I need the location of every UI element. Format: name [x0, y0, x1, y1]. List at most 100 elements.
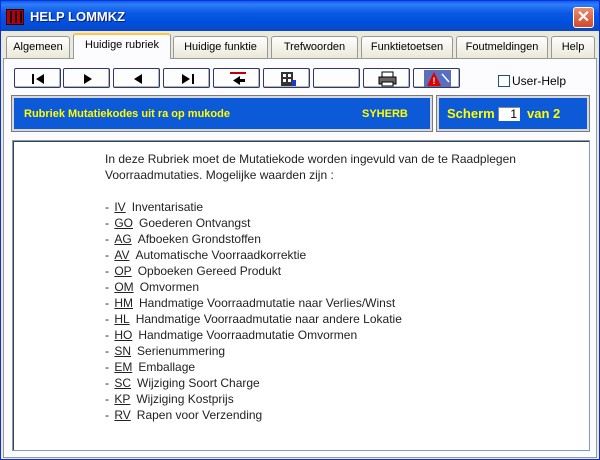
window-title: HELP LOMMKZ	[30, 9, 126, 24]
list-item: - SN Serienummering	[105, 343, 402, 359]
list-dash: -	[105, 264, 113, 278]
alert-icon: !	[424, 70, 451, 87]
scherm-input[interactable]: 1	[497, 106, 521, 122]
mutation-code-link[interactable]: OP	[114, 264, 131, 278]
help-content: In deze Rubriek moet de Mutatiekode word…	[12, 140, 590, 451]
tab-funktietoetsen[interactable]: Funktietoetsen	[361, 36, 453, 58]
last-page-button[interactable]	[163, 68, 210, 88]
list-dash: -	[105, 360, 113, 374]
mutation-code-list: - IV Inventarisatie - GO Goederen Ontvangst…	[105, 199, 402, 423]
list-item: - GO Goederen Ontvangst	[105, 215, 402, 231]
mutation-code-link[interactable]: SN	[114, 344, 131, 358]
grid-icon	[281, 72, 296, 86]
grid-button[interactable]	[263, 68, 310, 88]
mutation-description: Afboeken Grondstoffen	[137, 232, 261, 246]
mutation-code-link[interactable]: KP	[114, 392, 130, 406]
intro-text: In deze Rubriek moet de Mutatiekode word…	[105, 152, 516, 182]
rubriek-title: Rubriek Mutatiekodes uit ra op mukode	[24, 108, 230, 120]
list-item: - RV Rapen voor Verzending	[105, 407, 402, 423]
list-item: - HO Handmatige Voorraadmutatie Omvormen	[105, 327, 402, 343]
mutation-code-link[interactable]: HL	[114, 312, 129, 326]
mutation-description: Handmatige Voorraadmutatie Omvormen	[138, 328, 358, 342]
title-bar[interactable]: HELP LOMMKZ ✕	[1, 1, 599, 31]
mutation-description: Automatische Voorraadkorrektie	[135, 248, 307, 262]
list-dash: -	[105, 200, 113, 214]
rubriek-header: Rubriek Mutatiekodes uit ra op mukode SY…	[11, 95, 433, 132]
alert-button[interactable]: !	[413, 68, 460, 88]
back-icon	[230, 72, 246, 85]
list-item: - EM Emballage	[105, 359, 402, 375]
tab-help[interactable]: Help	[551, 36, 595, 58]
mutation-code-link[interactable]: AV	[114, 248, 129, 262]
mutation-description: Wijziging Kostprijs	[136, 392, 234, 406]
tab-foutmeldingen[interactable]: Foutmeldingen	[456, 36, 548, 58]
list-item: - AV Automatische Voorraadkorrektie	[105, 247, 402, 263]
tab-huidige-rubriek[interactable]: Huidige rubriek	[73, 33, 171, 59]
mutation-description: Omvormen	[139, 280, 200, 294]
app-icon	[6, 9, 24, 25]
rubriek-code: SYHERB	[362, 108, 408, 120]
scherm-total: van 2	[527, 106, 561, 121]
mutation-description: Handmatige Voorraadmutatie naar Verlies/…	[139, 296, 396, 310]
mutation-description: Emballage	[138, 360, 196, 374]
list-dash: -	[105, 232, 113, 246]
scherm-label: Scherm	[447, 106, 495, 121]
mutation-code-link[interactable]: OM	[114, 280, 133, 294]
user-help-toggle[interactable]: User-Help	[498, 74, 566, 88]
print-button[interactable]	[363, 68, 410, 88]
list-dash: -	[105, 344, 113, 358]
list-dash: -	[105, 392, 113, 406]
user-help-label: User-Help	[512, 74, 567, 88]
user-help-checkbox[interactable]	[498, 75, 510, 87]
tab-huidige-funktie[interactable]: Huidige funktie	[173, 36, 268, 58]
blank-button[interactable]	[313, 68, 360, 88]
first-page-icon	[32, 74, 44, 84]
help-window: HELP LOMMKZ ✕ Algemeen Huidige rubriek H…	[0, 0, 600, 460]
next-button[interactable]	[63, 68, 110, 88]
list-dash: -	[105, 376, 113, 390]
list-dash: -	[105, 312, 113, 326]
mutation-description: Wijziging Soort Charge	[137, 376, 260, 390]
list-dash: -	[105, 296, 113, 310]
mutation-code-link[interactable]: EM	[114, 360, 132, 374]
mutation-description: Opboeken Gereed Produkt	[137, 264, 282, 278]
back-button[interactable]	[213, 68, 260, 88]
list-dash: -	[105, 216, 113, 230]
next-icon	[84, 74, 92, 84]
list-item: - OM Omvormen	[105, 279, 402, 295]
tab-trefwoorden[interactable]: Trefwoorden	[271, 36, 358, 58]
previous-button[interactable]	[113, 68, 160, 88]
list-dash: -	[105, 328, 113, 342]
previous-icon	[134, 74, 142, 84]
list-item: - KP Wijziging Kostprijs	[105, 391, 402, 407]
scherm-header: Scherm 1 van 2	[436, 95, 590, 132]
list-dash: -	[105, 280, 113, 294]
mutation-description: Inventarisatie	[131, 200, 204, 214]
mutation-code-link[interactable]: HO	[114, 328, 132, 342]
mutation-description: Serienummering	[137, 344, 226, 358]
mutation-description: Goederen Ontvangst	[139, 216, 251, 230]
mutation-description: Handmatige Voorraadmutatie naar andere L…	[135, 312, 402, 326]
list-item: - HL Handmatige Voorraadmutatie naar ande…	[105, 311, 402, 327]
list-item: - SC Wijziging Soort Charge	[105, 375, 402, 391]
tab-bar: Algemeen Huidige rubriek Huidige funktie…	[3, 33, 598, 59]
tab-algemeen[interactable]: Algemeen	[6, 36, 70, 58]
svg-text:!: !	[433, 76, 436, 86]
mutation-description: Rapen voor Verzending	[136, 408, 263, 422]
first-page-button[interactable]	[14, 68, 61, 88]
list-dash: -	[105, 408, 113, 422]
list-item: - IV Inventarisatie	[105, 199, 402, 215]
last-page-icon	[182, 74, 194, 84]
list-item: - OP Opboeken Gereed Produkt	[105, 263, 402, 279]
mutation-code-link[interactable]: IV	[114, 200, 125, 214]
close-icon[interactable]: ✕	[573, 7, 594, 28]
mutation-code-link[interactable]: SC	[114, 376, 131, 390]
mutation-code-link[interactable]: AG	[114, 232, 131, 246]
mutation-code-link[interactable]: RV	[114, 408, 130, 422]
list-item: - AG Afboeken Grondstoffen	[105, 231, 402, 247]
mutation-code-link[interactable]: GO	[114, 216, 133, 230]
printer-icon	[378, 71, 397, 87]
list-item: - HM Handmatige Voorraadmutatie naar Verl…	[105, 295, 402, 311]
list-dash: -	[105, 248, 113, 262]
mutation-code-link[interactable]: HM	[114, 296, 133, 310]
